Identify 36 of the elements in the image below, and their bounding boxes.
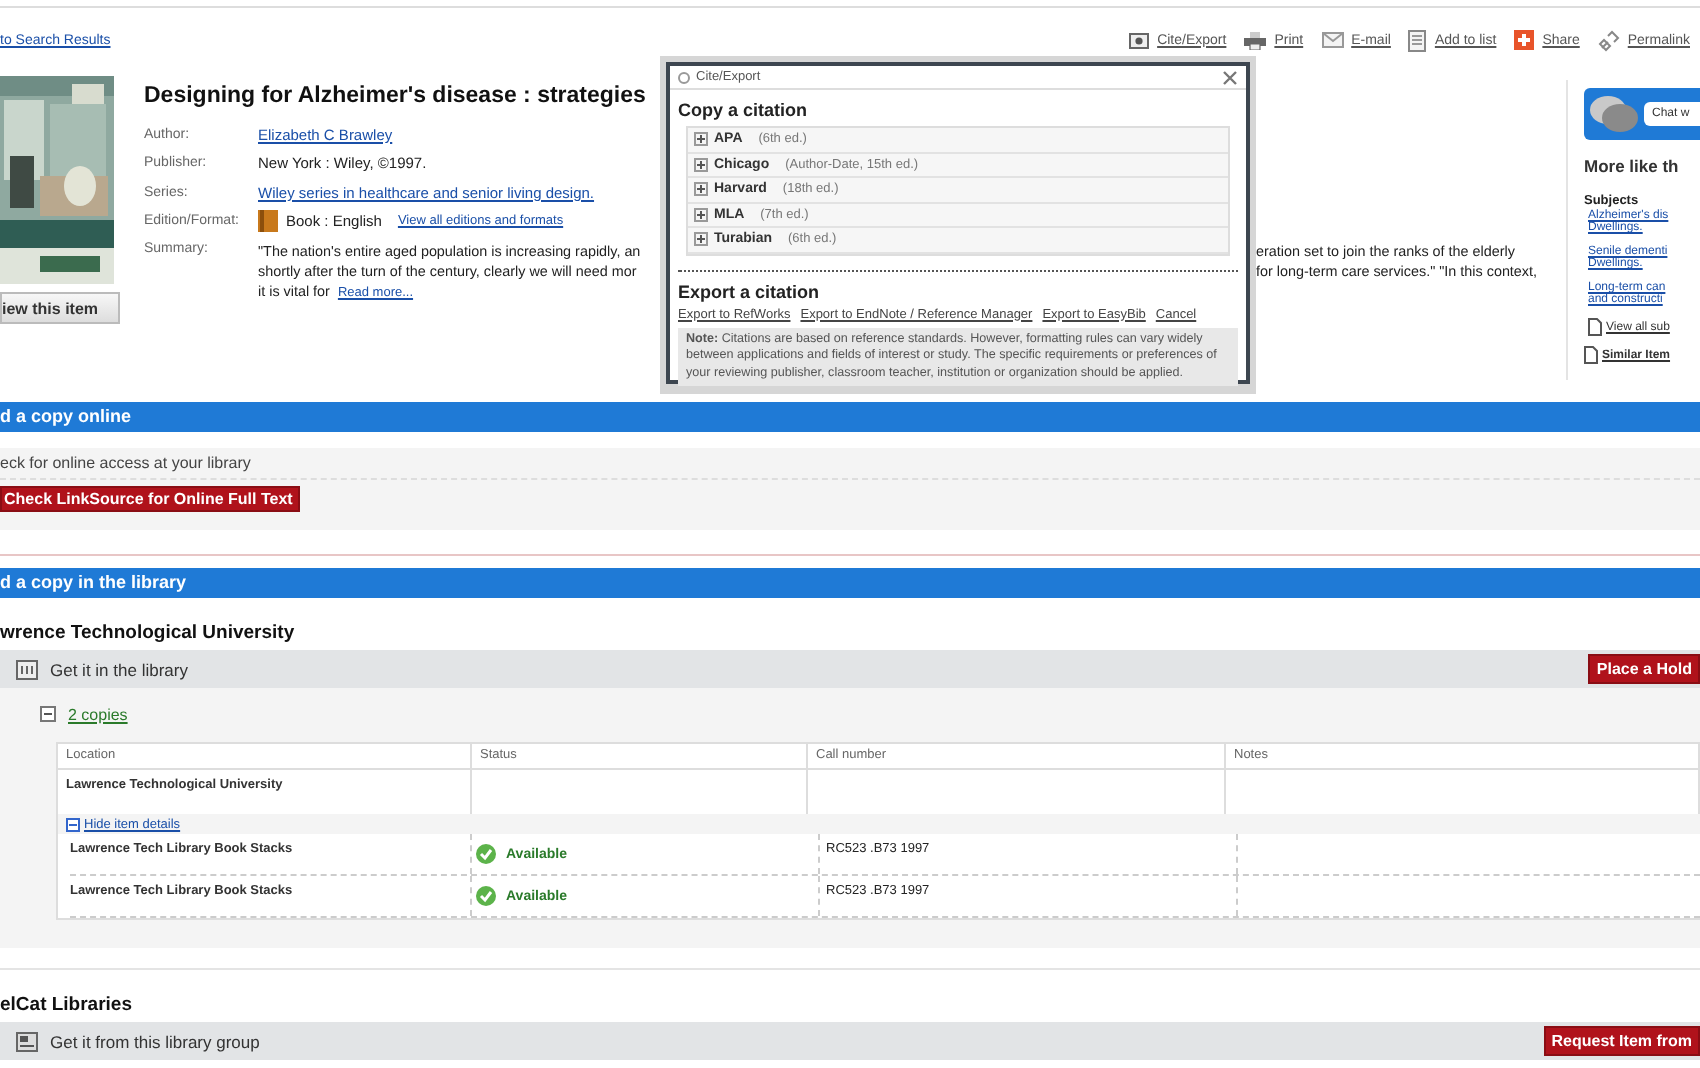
copies-link[interactable]: 2 copies <box>68 705 128 723</box>
library-group-name: elCat Libraries <box>0 994 134 1018</box>
dialog-heading: Copy a citation <box>678 100 810 122</box>
expand-icon <box>694 232 708 247</box>
online-prompt: eck for online access at your library <box>0 448 1700 480</box>
expand-icon <box>694 182 708 197</box>
section-label: Get it in the library <box>50 659 188 679</box>
close-icon[interactable] <box>1222 69 1238 85</box>
link-icon <box>1597 29 1620 51</box>
place-hold-button[interactable]: Place a Hold <box>1588 654 1700 684</box>
view-item-button[interactable]: iew this item <box>0 292 120 324</box>
print-icon <box>1244 31 1267 49</box>
expand-icon <box>694 157 708 172</box>
envelope-icon <box>1321 32 1344 48</box>
section-header: d a copy online <box>0 402 1700 432</box>
sidebar-heading: More like th <box>1584 156 1681 176</box>
chat-icon <box>1588 94 1640 134</box>
check-icon <box>476 886 496 906</box>
check-icon <box>476 844 496 864</box>
book-icon <box>258 210 278 233</box>
expand-icon <box>694 207 708 222</box>
toggle-icon[interactable] <box>66 817 80 831</box>
library-group-icon <box>16 1031 38 1051</box>
item-title: Designing for Alzheimer's disease : strategies <box>144 84 646 112</box>
list-icon <box>1408 29 1427 51</box>
dialog-icon <box>678 71 690 83</box>
library-icon <box>16 659 38 679</box>
expand-icon <box>694 132 708 147</box>
plus-icon <box>1514 30 1535 50</box>
institution-name: wrence Technological University <box>0 622 297 646</box>
section-header: d a copy in the library <box>0 568 1700 598</box>
request-item-button[interactable]: Request Item from <box>1543 1026 1700 1056</box>
section-label: Get it from this library group <box>50 1031 260 1051</box>
toggle-icon[interactable] <box>40 706 56 722</box>
linksource-button[interactable]: Check LinkSource for Online Full Text <box>0 486 301 512</box>
dialog-heading: Export a citation <box>678 281 822 303</box>
